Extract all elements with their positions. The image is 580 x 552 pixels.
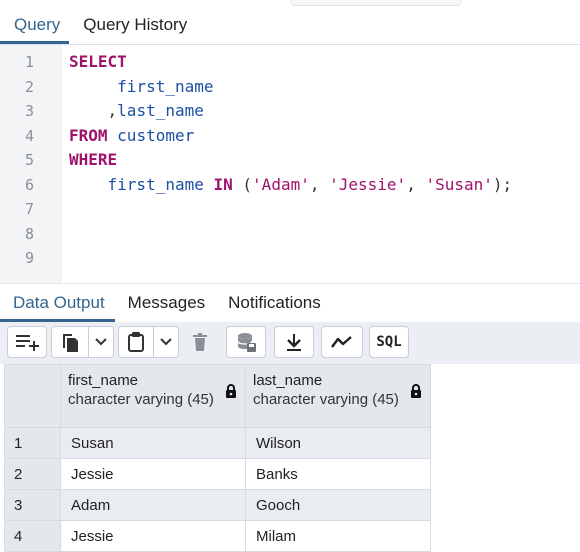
row-number[interactable]: 3 <box>4 489 61 521</box>
sql-punctuation: ( <box>242 174 253 194</box>
line-number: 5 <box>24 151 34 169</box>
column-header-first-name[interactable]: first_name character varying (45) <box>60 364 246 428</box>
sql-keyword: WHERE <box>69 150 118 169</box>
copy-icon <box>63 334 78 352</box>
save-data-button[interactable] <box>226 326 266 358</box>
sql-punctuation: , <box>309 174 320 194</box>
line-number: 4 <box>24 126 34 145</box>
line-number: 6 <box>24 175 34 194</box>
data-output-grid[interactable]: first_name character varying (45) last_n… <box>4 364 431 552</box>
sql-string: 'Susan' <box>425 174 493 194</box>
editor-tab-bar: Query Query History <box>0 6 580 45</box>
chevron-down-icon <box>95 338 107 346</box>
table-row[interactable]: 3 Adam Gooch <box>4 489 431 521</box>
tab-notifications[interactable]: Notifications <box>215 284 331 322</box>
line-number: 3 <box>24 102 34 120</box>
sql-string: 'Jessie' <box>329 174 407 194</box>
column-type: character varying (45) <box>68 391 214 408</box>
paste-button[interactable] <box>118 326 154 358</box>
column-name: first_name <box>68 372 139 389</box>
chevron-down-icon <box>160 338 172 346</box>
sql-identifier: first_name <box>107 174 204 194</box>
paste-options-dropdown[interactable] <box>154 326 179 358</box>
sql-identifier: first_name <box>117 76 214 96</box>
save-data-icon <box>237 333 256 352</box>
result-tab-bar: Data Output Messages Notifications <box>0 283 580 322</box>
lock-icon <box>411 384 421 398</box>
tab-query-history[interactable]: Query History <box>69 6 196 44</box>
add-row-icon <box>16 335 39 351</box>
line-number: 7 <box>24 200 34 218</box>
line-number: 9 <box>24 249 34 267</box>
table-cell[interactable]: Banks <box>245 458 431 490</box>
code-line: SELECT <box>69 50 580 75</box>
sql-icon: SQL <box>376 334 402 350</box>
code-line: FROM customer <box>69 124 580 149</box>
sql-identifier: last_name <box>117 101 204 120</box>
paste-icon <box>128 332 144 352</box>
copy-button[interactable] <box>51 326 89 358</box>
sql-editor[interactable]: 1 2 3 4 5 6 7 8 9 SELECT first_name ,las… <box>0 45 580 283</box>
sql-punctuation: , <box>107 101 118 120</box>
table-cell[interactable]: Jessie <box>60 458 246 490</box>
table-row[interactable]: 1 Susan Wilson <box>4 427 431 459</box>
delete-button[interactable] <box>183 326 217 358</box>
column-header-last-name[interactable]: last_name character varying (45) <box>245 364 431 428</box>
sql-string: 'Adam' <box>252 174 310 194</box>
sql-keyword: FROM <box>69 125 108 145</box>
copy-options-dropdown[interactable] <box>89 326 114 358</box>
tab-query[interactable]: Query <box>0 6 70 44</box>
graph-icon <box>331 336 352 348</box>
line-number: 1 <box>24 53 34 71</box>
line-number: 2 <box>24 77 34 96</box>
table-cell[interactable]: Susan <box>60 427 246 459</box>
row-number[interactable]: 2 <box>4 458 61 490</box>
column-name: last_name <box>253 372 323 389</box>
download-icon <box>287 334 301 351</box>
line-number-gutter: 1 2 3 4 5 6 7 8 9 <box>0 45 62 283</box>
row-number-header[interactable] <box>4 364 61 428</box>
table-cell[interactable]: Adam <box>60 489 246 521</box>
data-output-toolbar: SQL <box>0 322 580 364</box>
code-line: first_name <box>69 75 580 100</box>
sql-keyword: IN <box>213 174 233 194</box>
code-line: ,last_name <box>69 99 580 124</box>
download-button[interactable] <box>274 326 314 358</box>
code-line: first_name IN ('Adam', 'Jessie', 'Susan'… <box>69 173 580 198</box>
table-cell[interactable]: Gooch <box>245 489 431 521</box>
lock-icon <box>226 384 236 398</box>
tab-data-output[interactable]: Data Output <box>0 284 115 322</box>
sql-punctuation: , <box>406 174 416 194</box>
table-cell[interactable]: Wilson <box>245 427 431 459</box>
code-content[interactable]: SELECT first_name ,last_name FROM custom… <box>69 50 580 197</box>
sql-punctuation: ); <box>492 174 513 194</box>
table-row[interactable]: 2 Jessie Banks <box>4 458 431 490</box>
line-number: 8 <box>24 224 34 243</box>
sql-button[interactable]: SQL <box>369 326 409 358</box>
graph-visualiser-button[interactable] <box>321 326 363 358</box>
sql-keyword: SELECT <box>69 52 127 71</box>
add-row-button[interactable] <box>7 326 47 358</box>
row-number[interactable]: 1 <box>4 427 61 459</box>
code-line: WHERE <box>69 148 580 173</box>
delete-icon <box>193 333 207 351</box>
sql-identifier: customer <box>117 125 195 145</box>
tab-messages[interactable]: Messages <box>115 284 215 322</box>
column-type: character varying (45) <box>253 391 399 408</box>
